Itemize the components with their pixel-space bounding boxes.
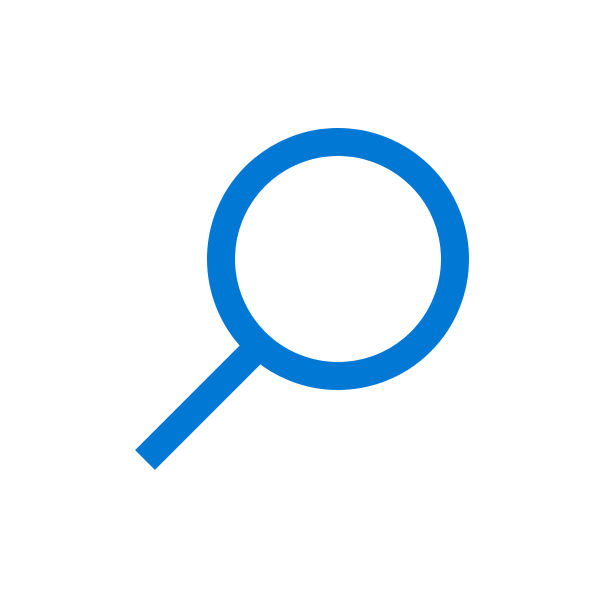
search-icon: [0, 0, 600, 600]
icon-canvas: [0, 0, 600, 600]
magnifier-glyph: [135, 128, 469, 470]
magnifier-handle: [135, 343, 262, 470]
magnifier-lens: [207, 128, 469, 390]
